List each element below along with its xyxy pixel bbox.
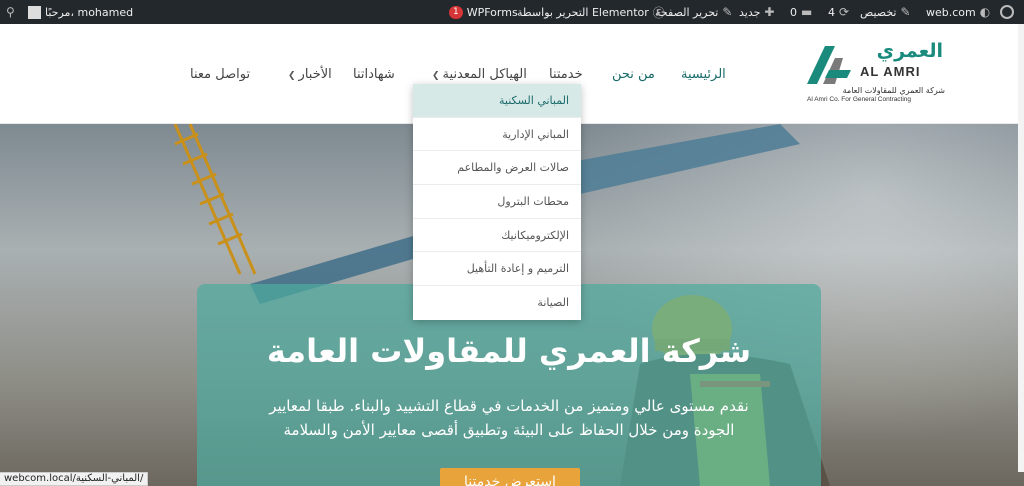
nav-contact[interactable]: تواصل معنا (190, 67, 250, 82)
nav-structures[interactable]: الهياكل المعدنية❯ (432, 67, 527, 82)
comments-count: 0 (790, 5, 797, 19)
edit-page-link[interactable]: تحرير الصفحة ✎ (655, 0, 732, 24)
new-label: جديد (739, 5, 761, 19)
page-scrollbar[interactable] (1018, 24, 1024, 472)
logo-english-text: AL AMRI (860, 64, 921, 79)
elementor-link[interactable]: التحرير بواسطة Elementor Ⓔ (517, 0, 665, 24)
updates-link[interactable]: 4 ⟳ (828, 0, 849, 24)
dropdown-item-maintenance[interactable]: الصيانة (413, 286, 581, 320)
hero-description-line2: الجودة ومن خلال الحفاظ على البيئة وتطبيق… (283, 421, 735, 439)
page: web.com ◐ تخصيص ✎ 4 ⟳ 0 ▬ جديد ✚ تحرير ا… (0, 0, 1024, 486)
pencil-icon: ✎ (722, 5, 733, 19)
elementor-label: التحرير بواسطة Elementor (517, 5, 649, 19)
site-name-link[interactable]: web.com ◐ (926, 0, 990, 24)
nav-structures-label: الهياكل المعدنية (442, 67, 527, 82)
search-icon[interactable]: ⚲ (6, 0, 15, 24)
dropdown-item-restoration[interactable]: الترميم و إعادة التأهيل (413, 252, 581, 287)
nav-news[interactable]: الأخبار❯ (288, 67, 332, 82)
updates-count: 4 (828, 5, 835, 19)
site-name-label: web.com (926, 5, 976, 19)
comments-link[interactable]: 0 ▬ (790, 0, 812, 24)
greeting-label: مرحبًا، mohamed (45, 5, 134, 19)
dropdown-item-administrative[interactable]: المباني الإدارية (413, 118, 581, 152)
comment-icon: ▬ (801, 5, 813, 19)
wp-logo-icon[interactable] (1000, 0, 1014, 24)
hero-description-line1: نقدم مستوى عالي ومتميز من الخدمات في قطا… (269, 397, 749, 415)
logo-english-subtitle: Al Amri Co. For General Contracting (807, 96, 912, 103)
site-logo[interactable]: العمري AL AMRI شركة العمري للمقاولات الع… (805, 38, 950, 110)
nav-services[interactable]: خدمتنا (549, 67, 583, 82)
customize-link[interactable]: تخصيص ✎ (860, 0, 911, 24)
nav-certificates[interactable]: شهاداتنا (353, 67, 395, 82)
chevron-down-icon: ❯ (432, 71, 440, 81)
hero-title: شركة العمري للمقاولات العامة (266, 332, 752, 370)
logo-arabic-subtitle: شركة العمري للمقاولات العامة (842, 86, 945, 95)
elementor-icon: Ⓔ (652, 5, 665, 20)
customize-label: تخصيص (860, 5, 897, 19)
wpforms-badge: 1 (449, 5, 463, 19)
nav-about[interactable]: من نحن (612, 67, 655, 82)
dropdown-item-showrooms[interactable]: صالات العرض والمطاعم (413, 151, 581, 186)
nav-news-label: الأخبار (298, 67, 332, 82)
avatar (28, 5, 41, 19)
structures-dropdown-menu: المباني السكنية المباني الإدارية صالات ا… (413, 84, 581, 320)
new-content-link[interactable]: جديد ✚ (739, 0, 774, 24)
browse-services-button[interactable]: استعرض خدمتنا (440, 468, 580, 486)
admin-bar: web.com ◐ تخصيص ✎ 4 ⟳ 0 ▬ جديد ✚ تحرير ا… (0, 0, 1024, 24)
updates-icon: ⟳ (839, 5, 850, 19)
plus-icon: ✚ (764, 5, 775, 19)
wpforms-link[interactable]: 1 WPForms (449, 0, 518, 24)
chevron-down-icon: ❯ (288, 71, 296, 81)
dashboard-icon: ◐ (979, 5, 991, 19)
logo-arabic-text: العمري (876, 40, 943, 62)
wpforms-label: WPForms (466, 5, 518, 19)
dropdown-item-electromechanical[interactable]: الإلكتروميكانيك (413, 219, 581, 253)
nav-home[interactable]: الرئيسية (681, 67, 726, 82)
account-link[interactable]: مرحبًا، mohamed (28, 0, 133, 24)
dropdown-item-petrol-stations[interactable]: محطات البترول (413, 185, 581, 219)
dropdown-item-residential[interactable]: المباني السكنية (413, 84, 581, 118)
browser-status-bar: webcom.local/المباني-السكنية/ (0, 472, 149, 486)
brush-icon: ✎ (900, 5, 911, 19)
logo-mark-icon (807, 46, 851, 84)
hero-description: نقدم مستوى عالي ومتميز من الخدمات في قطا… (227, 394, 791, 442)
